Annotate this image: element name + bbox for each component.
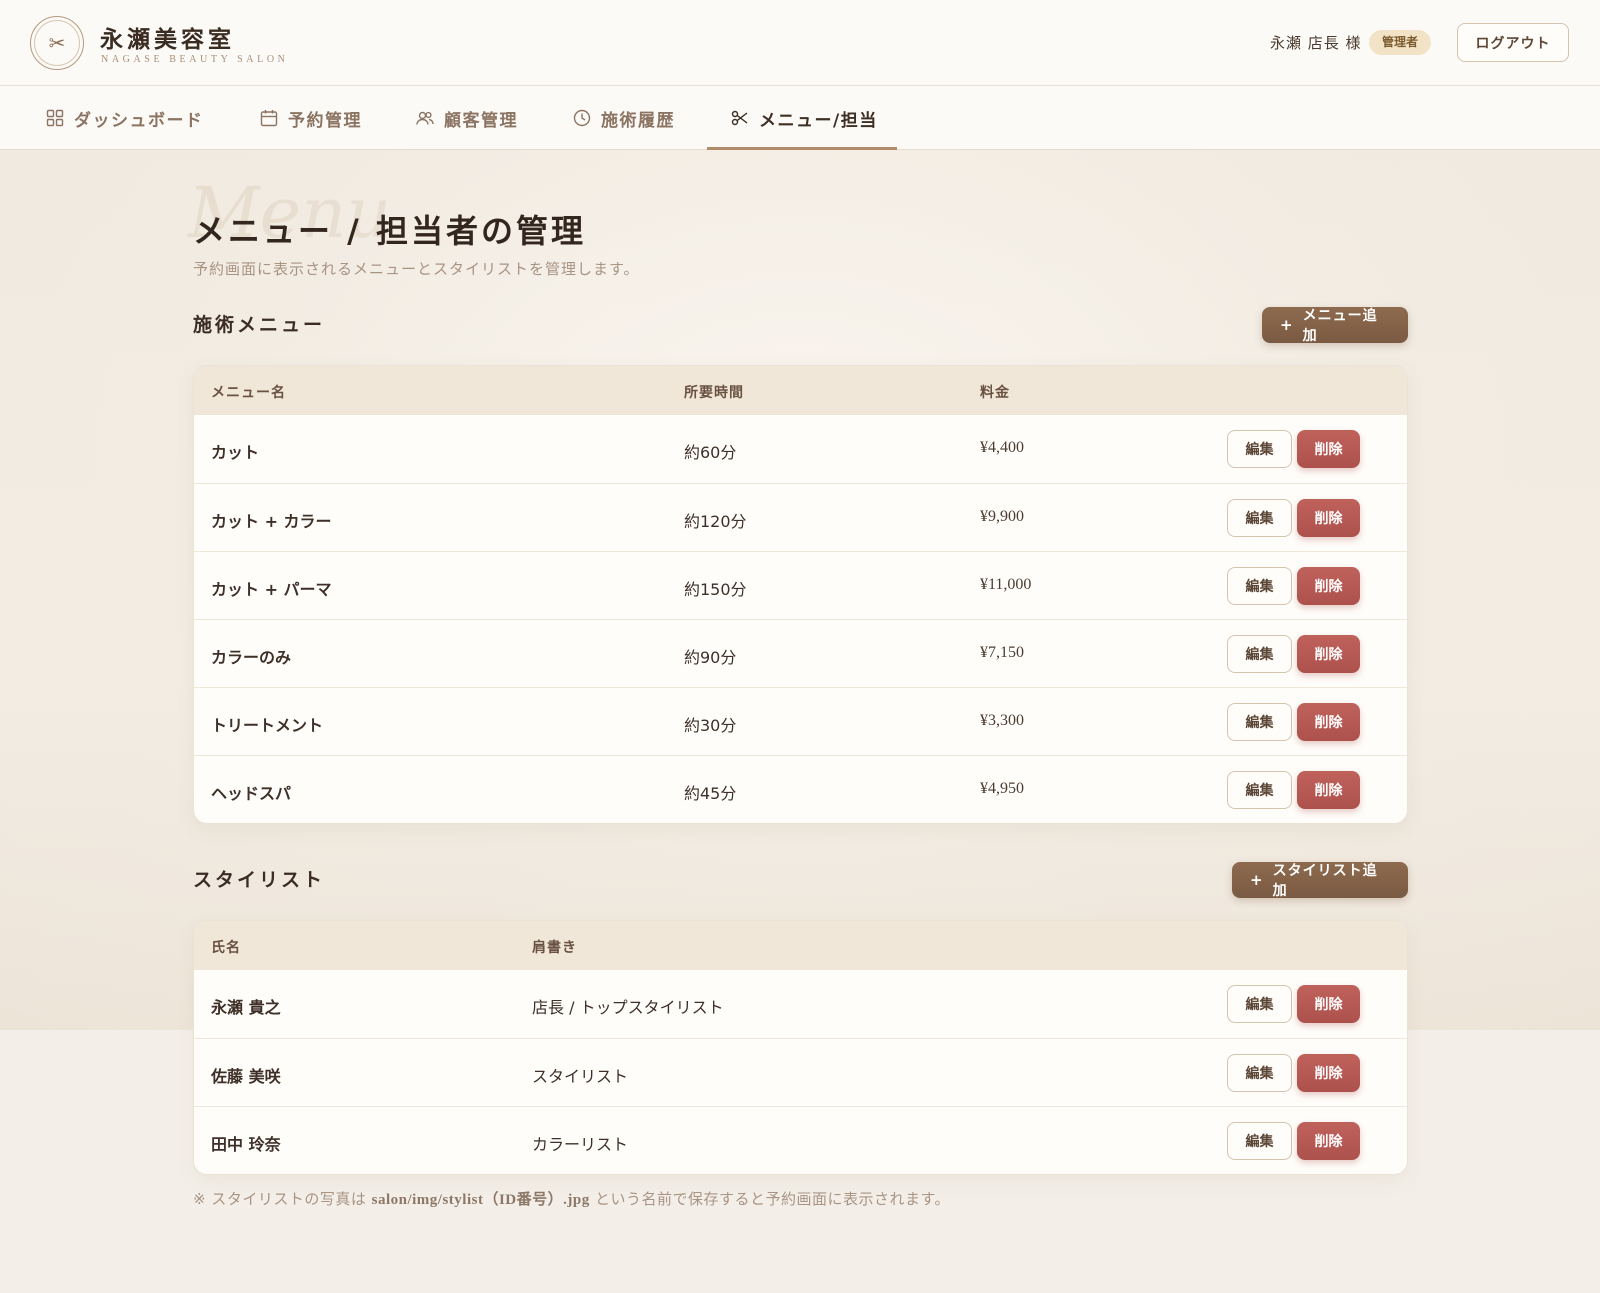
menu-price: ¥4,950 bbox=[980, 780, 1024, 797]
delete-button[interactable]: 削除 bbox=[1297, 567, 1360, 605]
edit-button[interactable]: 編集 bbox=[1227, 1054, 1292, 1092]
main-nav: ダッシュボード 予約管理 顧客管理 施術履歴 メニュー/担当 bbox=[0, 86, 1600, 150]
add-stylist-label: スタイリスト追加 bbox=[1272, 863, 1378, 899]
clock-icon bbox=[573, 109, 591, 127]
column-header: メニュー名 bbox=[211, 385, 286, 401]
edit-button[interactable]: 編集 bbox=[1227, 499, 1292, 537]
active-tab-indicator bbox=[707, 147, 897, 150]
menu-name: カラーのみ bbox=[211, 648, 292, 667]
nav-label: メニュー/担当 bbox=[759, 110, 878, 131]
nav-item-customers[interactable]: 顧客管理 bbox=[416, 86, 518, 150]
table-row: トリートメント 約30分 ¥3,300 編集 削除 bbox=[194, 687, 1407, 755]
menu-name: トリートメント bbox=[211, 716, 324, 735]
logout-button[interactable]: ログアウト bbox=[1457, 23, 1569, 62]
plus-icon: + bbox=[1280, 316, 1294, 334]
menu-price: ¥4,400 bbox=[980, 439, 1024, 456]
table-row: 永瀬 貴之 店長 / トップスタイリスト 編集 削除 bbox=[194, 970, 1407, 1038]
footnote: ※ スタイリストの写真は salon/img/stylist（ID番号）.jpg… bbox=[193, 1188, 950, 1209]
menu-duration: 約30分 bbox=[684, 716, 737, 735]
menu-section-title: 施術メニュー bbox=[193, 314, 326, 336]
stylist-title: スタイリスト bbox=[532, 1067, 629, 1086]
dashboard-grid-icon bbox=[46, 109, 64, 127]
scissors-icon bbox=[731, 110, 748, 126]
menu-duration: 約45分 bbox=[684, 784, 737, 803]
table-header: 氏名 肩書き bbox=[194, 921, 1407, 970]
delete-button[interactable]: 削除 bbox=[1297, 499, 1360, 537]
menu-price: ¥11,000 bbox=[980, 576, 1032, 593]
menu-price: ¥7,150 bbox=[980, 644, 1024, 661]
edit-button[interactable]: 編集 bbox=[1227, 1122, 1292, 1160]
nav-item-menu-staff[interactable]: メニュー/担当 bbox=[731, 86, 878, 150]
nav-item-dashboard[interactable]: ダッシュボード bbox=[46, 86, 204, 150]
menu-name: カット + パーマ bbox=[211, 580, 332, 599]
column-header: 所要時間 bbox=[684, 385, 744, 401]
user-name: 永瀬 店長 様 bbox=[1270, 34, 1362, 52]
nav-item-history[interactable]: 施術履歴 bbox=[573, 86, 675, 150]
stylist-name: 田中 玲奈 bbox=[211, 1135, 281, 1154]
nav-label: ダッシュボード bbox=[74, 110, 204, 131]
table-row: カラーのみ 約90分 ¥7,150 編集 削除 bbox=[194, 619, 1407, 687]
table-row: カット + パーマ 約150分 ¥11,000 編集 削除 bbox=[194, 551, 1407, 619]
app-header: ✂ 永瀬美容室 NAGASE BEAUTY SALON 永瀬 店長 様 管理者 … bbox=[0, 0, 1600, 86]
add-stylist-button[interactable]: + スタイリスト追加 bbox=[1232, 862, 1408, 899]
nav-label: 顧客管理 bbox=[444, 110, 518, 131]
add-menu-label: メニュー追加 bbox=[1302, 308, 1378, 344]
menu-duration: 約120分 bbox=[684, 512, 747, 531]
stylist-section-title: スタイリスト bbox=[193, 869, 326, 891]
menu-table: メニュー名 所要時間 料金 カット 約60分 ¥4,400 編集 削除 カット + カラー… bbox=[193, 365, 1408, 824]
table-header: メニュー名 所要時間 料金 bbox=[194, 366, 1407, 415]
nav-label: 施術履歴 bbox=[601, 110, 675, 131]
role-badge: 管理者 bbox=[1369, 30, 1432, 55]
stylist-title: 店長 / トップスタイリスト bbox=[532, 998, 724, 1017]
table-row: 田中 玲奈 カラーリスト 編集 削除 bbox=[194, 1106, 1407, 1174]
edit-button[interactable]: 編集 bbox=[1227, 985, 1292, 1023]
table-row: カット + カラー 約120分 ¥9,900 編集 削除 bbox=[194, 483, 1407, 551]
column-header: 肩書き bbox=[532, 940, 577, 956]
add-menu-button[interactable]: + メニュー追加 bbox=[1262, 307, 1408, 344]
nav-item-reservations[interactable]: 予約管理 bbox=[260, 86, 362, 150]
table-row: カット 約60分 ¥4,400 編集 削除 bbox=[194, 415, 1407, 483]
delete-button[interactable]: 削除 bbox=[1297, 430, 1360, 468]
page-title: メニュー / 担当者の管理 bbox=[193, 212, 586, 250]
footnote-path: salon/img/stylist（ID番号）.jpg bbox=[371, 1192, 590, 1208]
column-header: 氏名 bbox=[211, 940, 241, 956]
delete-button[interactable]: 削除 bbox=[1297, 985, 1360, 1023]
delete-button[interactable]: 削除 bbox=[1297, 635, 1360, 673]
stylist-title: カラーリスト bbox=[532, 1135, 629, 1154]
plus-icon: + bbox=[1250, 871, 1264, 889]
footnote-prefix: ※ スタイリストの写真は bbox=[193, 1190, 372, 1208]
delete-button[interactable]: 削除 bbox=[1297, 1054, 1360, 1092]
stylist-name: 永瀬 貴之 bbox=[211, 998, 281, 1017]
nav-label: 予約管理 bbox=[288, 110, 362, 131]
calendar-icon bbox=[260, 110, 278, 127]
edit-button[interactable]: 編集 bbox=[1227, 703, 1292, 741]
menu-price: ¥9,900 bbox=[980, 508, 1024, 525]
page-subtitle: 予約画面に表示されるメニューとスタイリストを管理します。 bbox=[193, 260, 640, 278]
stylist-name: 佐藤 美咲 bbox=[211, 1067, 281, 1086]
menu-duration: 約60分 bbox=[684, 443, 737, 462]
menu-duration: 約90分 bbox=[684, 648, 737, 667]
brand-subtitle: NAGASE BEAUTY SALON bbox=[101, 54, 289, 65]
delete-button[interactable]: 削除 bbox=[1297, 771, 1360, 809]
menu-duration: 約150分 bbox=[684, 580, 747, 599]
brand-title: 永瀬美容室 bbox=[100, 26, 235, 53]
edit-button[interactable]: 編集 bbox=[1227, 635, 1292, 673]
edit-button[interactable]: 編集 bbox=[1227, 567, 1292, 605]
scissors-icon: ✂ bbox=[48, 31, 66, 55]
stylist-table: 氏名 肩書き 永瀬 貴之 店長 / トップスタイリスト 編集 削除 佐藤 美咲 スタイリス… bbox=[193, 920, 1408, 1175]
users-icon bbox=[416, 111, 434, 125]
menu-name: カット bbox=[211, 443, 260, 462]
edit-button[interactable]: 編集 bbox=[1227, 771, 1292, 809]
column-header: 料金 bbox=[980, 385, 1010, 401]
menu-name: カット + カラー bbox=[211, 512, 332, 531]
menu-price: ¥3,300 bbox=[980, 712, 1024, 729]
table-row: ヘッドスパ 約45分 ¥4,950 編集 削除 bbox=[194, 755, 1407, 823]
edit-button[interactable]: 編集 bbox=[1227, 430, 1292, 468]
menu-name: ヘッドスパ bbox=[211, 784, 292, 803]
footnote-suffix: という名前で保存すると予約画面に表示されます。 bbox=[589, 1190, 950, 1208]
table-row: 佐藤 美咲 スタイリスト 編集 削除 bbox=[194, 1038, 1407, 1106]
delete-button[interactable]: 削除 bbox=[1297, 1122, 1360, 1160]
logo[interactable]: ✂ bbox=[30, 16, 84, 70]
delete-button[interactable]: 削除 bbox=[1297, 703, 1360, 741]
